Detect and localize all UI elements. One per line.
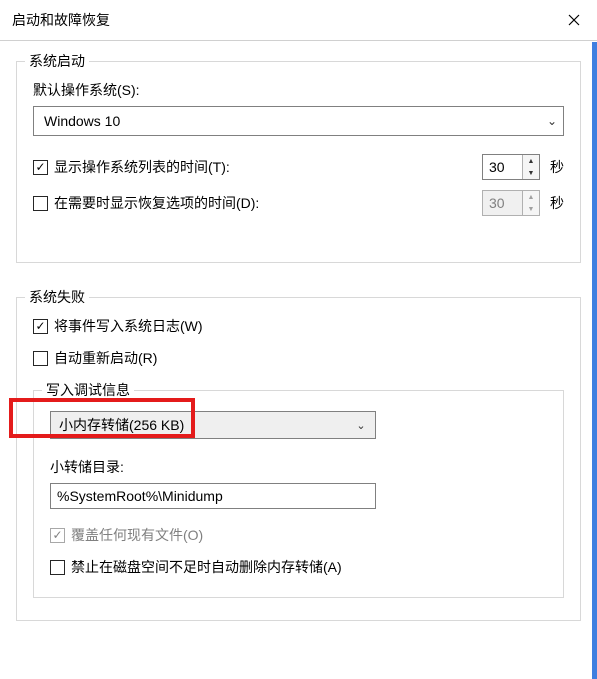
show-os-list-row: 显示操作系统列表的时间(T): 30 ▲ ▼ 秒	[33, 154, 564, 180]
auto-restart-label: 自动重新启动(R)	[54, 348, 157, 368]
default-os-label: 默认操作系统(S):	[33, 80, 564, 100]
write-event-log-row: 将事件写入系统日志(W)	[33, 316, 564, 336]
close-icon	[568, 14, 580, 26]
system-startup-group: 系统启动 默认操作系统(S): Windows 10 ⌄ 显示操作系统列表的时间…	[16, 61, 581, 263]
show-recovery-seconds-value: 30	[483, 191, 522, 215]
overwrite-row: 覆盖任何现有文件(O)	[50, 525, 547, 545]
startup-recovery-dialog: 启动和故障恢复 系统启动 默认操作系统(S): Windows 10 ⌄ 显示操…	[0, 0, 597, 679]
default-os-value: Windows 10	[44, 113, 120, 129]
system-failure-group: 系统失败 将事件写入系统日志(W) 自动重新启动(R) 写入调试信息 小内存转储…	[16, 297, 581, 621]
right-edge-accent	[592, 42, 597, 679]
write-event-log-checkbox[interactable]	[33, 319, 48, 334]
debug-info-group: 写入调试信息 小内存转储(256 KB) ⌄ 小转储目录: %SystemRoo…	[33, 390, 564, 598]
disable-low-disk-checkbox[interactable]	[50, 560, 65, 575]
debug-type-value: 小内存转储(256 KB)	[59, 415, 184, 435]
system-startup-label: 系统启动	[25, 51, 89, 71]
default-os-select[interactable]: Windows 10 ⌄	[33, 106, 564, 136]
overwrite-label: 覆盖任何现有文件(O)	[71, 525, 203, 545]
chevron-down-icon: ⌄	[547, 114, 557, 128]
chevron-down-icon: ⌄	[351, 414, 371, 436]
window-title: 启动和故障恢复	[12, 10, 110, 30]
dump-dir-value: %SystemRoot%\Minidump	[57, 488, 223, 504]
spinner-down-icon[interactable]: ▼	[523, 167, 539, 179]
write-event-log-label: 将事件写入系统日志(W)	[54, 316, 203, 336]
show-recovery-checkbox[interactable]	[33, 196, 48, 211]
spinner-buttons: ▲ ▼	[522, 191, 539, 215]
auto-restart-row: 自动重新启动(R)	[33, 348, 564, 368]
show-os-list-label: 显示操作系统列表的时间(T):	[54, 157, 482, 177]
dump-dir-label: 小转储目录:	[50, 457, 547, 477]
auto-restart-checkbox[interactable]	[33, 351, 48, 366]
overwrite-checkbox	[50, 528, 65, 543]
seconds-unit: 秒	[550, 157, 564, 177]
seconds-unit: 秒	[550, 193, 564, 213]
disable-low-disk-row: 禁止在磁盘空间不足时自动删除内存转储(A)	[50, 557, 547, 577]
show-os-list-seconds-value: 30	[483, 155, 522, 179]
show-recovery-seconds: 30 ▲ ▼	[482, 190, 540, 216]
close-button[interactable]	[551, 0, 597, 40]
spinner-up-icon: ▲	[523, 191, 539, 203]
spinner-up-icon[interactable]: ▲	[523, 155, 539, 167]
client-area: 系统启动 默认操作系统(S): Windows 10 ⌄ 显示操作系统列表的时间…	[0, 41, 597, 621]
show-recovery-label: 在需要时显示恢复选项的时间(D):	[54, 193, 482, 213]
debug-info-label: 写入调试信息	[42, 380, 134, 400]
disable-low-disk-label: 禁止在磁盘空间不足时自动删除内存转储(A)	[71, 557, 342, 577]
show-os-list-checkbox[interactable]	[33, 160, 48, 175]
titlebar: 启动和故障恢复	[0, 0, 597, 41]
dump-dir-input[interactable]: %SystemRoot%\Minidump	[50, 483, 376, 509]
system-failure-label: 系统失败	[25, 287, 89, 307]
debug-type-select[interactable]: 小内存转储(256 KB) ⌄	[50, 411, 376, 439]
spinner-down-icon: ▼	[523, 203, 539, 215]
show-recovery-row: 在需要时显示恢复选项的时间(D): 30 ▲ ▼ 秒	[33, 190, 564, 216]
spinner-buttons: ▲ ▼	[522, 155, 539, 179]
show-os-list-seconds[interactable]: 30 ▲ ▼	[482, 154, 540, 180]
